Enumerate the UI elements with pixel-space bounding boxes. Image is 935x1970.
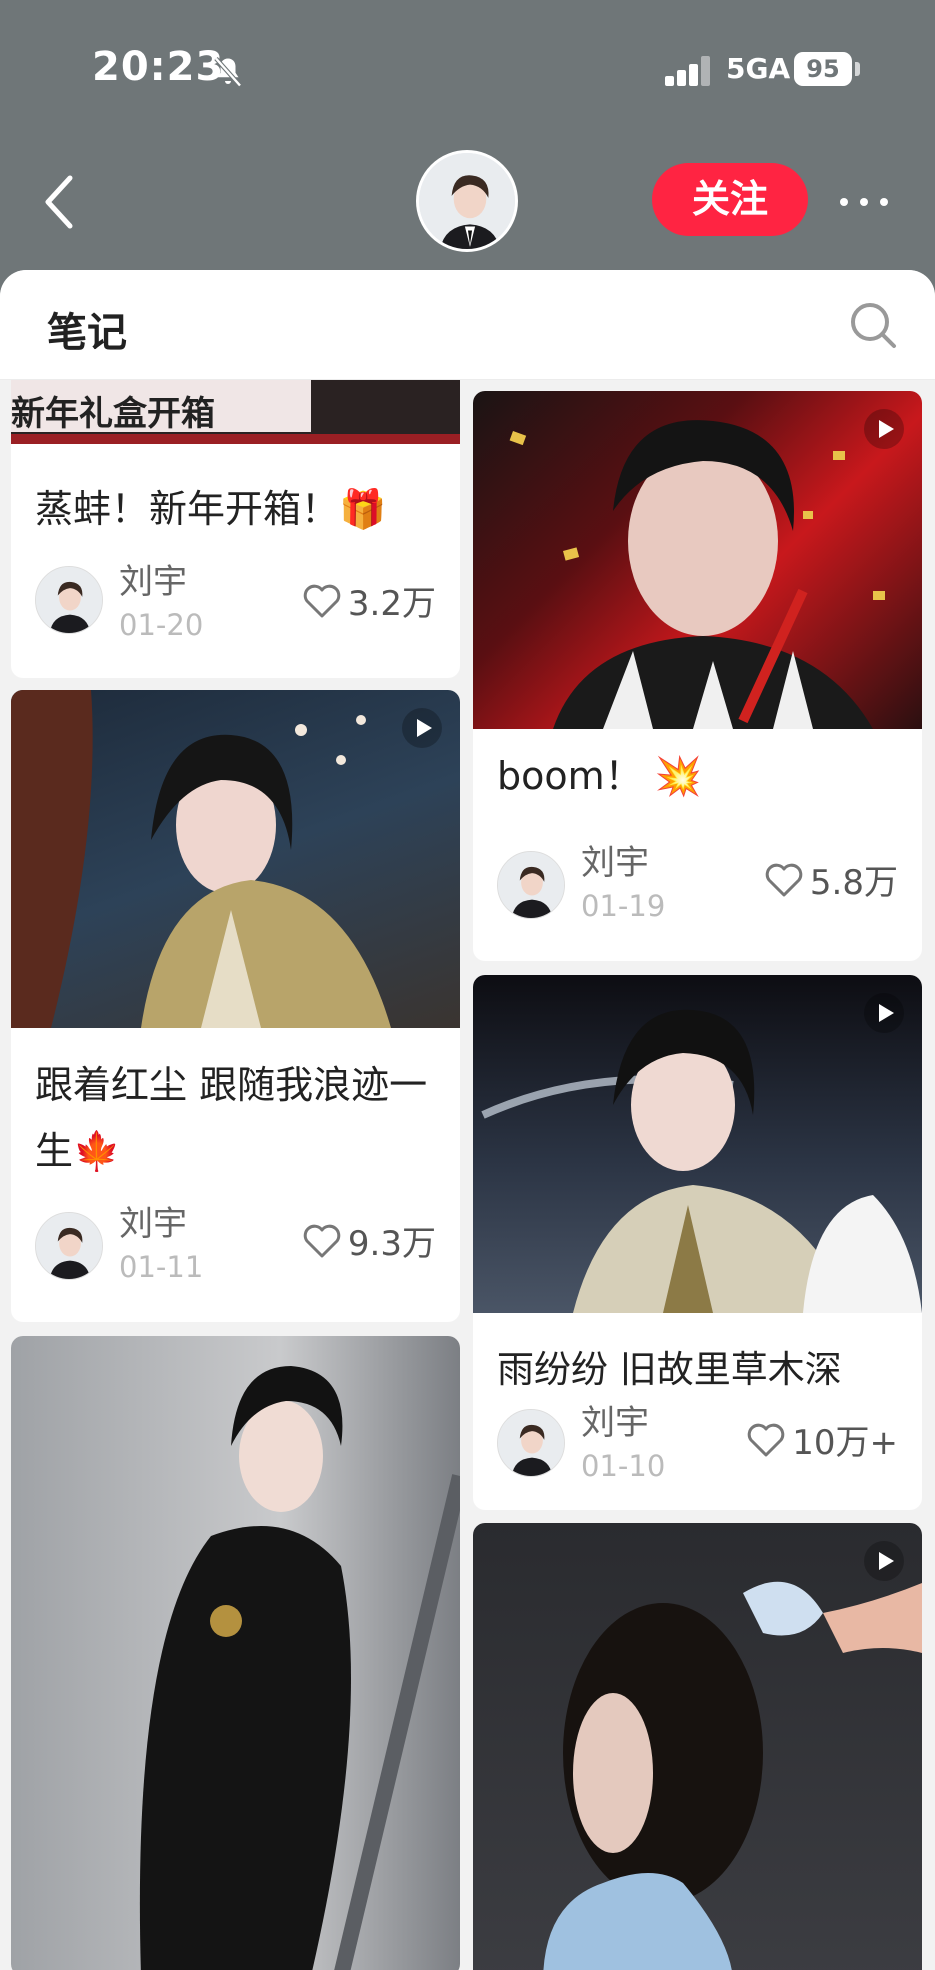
note-card-3[interactable]: 跟着红尘 跟随我浪迹一生🍁 刘宇 01-11 9.3万 xyxy=(11,690,460,1322)
like-count-text: 9.3万 xyxy=(347,1224,436,1264)
like-count[interactable]: 10万+ xyxy=(746,1415,898,1464)
sheet-header: 笔记 xyxy=(0,270,935,380)
author-name: 刘宇 xyxy=(119,562,187,602)
avatar-portrait-icon xyxy=(36,567,102,633)
portrait-photo xyxy=(11,690,391,1028)
battery-icon: 95 xyxy=(794,52,852,86)
video-play-icon xyxy=(864,993,904,1033)
author-avatar xyxy=(35,566,103,634)
portrait-photo xyxy=(481,1009,922,1313)
note-title-3: 跟着红尘 跟随我浪迹一生🍁 xyxy=(35,1063,428,1173)
note-image-6 xyxy=(473,1523,922,1970)
status-time: 20:23 xyxy=(92,44,225,90)
heart-icon xyxy=(765,863,803,896)
note-card-6[interactable] xyxy=(473,1523,922,1970)
mute-bell-icon xyxy=(214,57,242,87)
note-date: 01-20 xyxy=(119,608,204,642)
portrait-photo xyxy=(509,420,885,729)
app-screen: 20:23 5GA 95 关注 笔记 新年礼盒开箱 蒸蚌！新年开箱！🎁 刘宇 0… xyxy=(0,0,935,1970)
video-play-icon xyxy=(864,1541,904,1581)
note-title-1: 蒸蚌！新年开箱！🎁 xyxy=(35,487,387,531)
more-options-icon[interactable] xyxy=(836,186,892,216)
author-avatar xyxy=(497,851,565,919)
video-play-icon xyxy=(864,409,904,449)
heart-icon xyxy=(303,1224,341,1257)
note-date: 01-10 xyxy=(581,1449,666,1483)
note-card-2[interactable]: boom！ 💥 刘宇 01-19 5.8万 xyxy=(473,391,922,961)
note-image-3 xyxy=(11,690,460,1028)
like-count[interactable]: 3.2万 xyxy=(302,576,436,625)
portrait-photo xyxy=(543,1581,922,1970)
battery-tip xyxy=(855,62,860,76)
back-chevron-icon[interactable] xyxy=(38,170,82,234)
follow-button[interactable]: 关注 xyxy=(652,163,808,236)
note-image-5 xyxy=(11,1336,460,1970)
like-count-text: 5.8万 xyxy=(809,863,898,903)
notes-sheet: 笔记 新年礼盒开箱 蒸蚌！新年开箱！🎁 刘宇 01-20 3.2万 boom！ … xyxy=(0,270,935,1970)
note-date: 01-19 xyxy=(581,889,666,923)
network-type: 5GA xyxy=(726,52,791,85)
note-title-2: boom！ 💥 xyxy=(497,754,703,798)
profile-avatar[interactable] xyxy=(416,150,518,252)
note-card-4[interactable]: 雨纷纷 旧故里草木深 刘宇 01-10 10万+ xyxy=(473,975,922,1510)
heart-icon xyxy=(303,584,341,617)
note-image-4 xyxy=(473,975,922,1313)
banner-underline xyxy=(11,434,460,444)
status-bar: 20:23 5GA 95 xyxy=(0,0,935,140)
author-avatar xyxy=(497,1409,565,1477)
note-card-5[interactable] xyxy=(11,1336,460,1970)
note-image-2 xyxy=(473,391,922,729)
like-count[interactable]: 5.8万 xyxy=(764,855,898,904)
avatar-portrait-icon xyxy=(498,1410,564,1476)
video-play-icon xyxy=(402,708,442,748)
author-name: 刘宇 xyxy=(581,843,649,883)
avatar-portrait-icon xyxy=(36,1213,102,1279)
author-name: 刘宇 xyxy=(581,1403,649,1443)
portrait-photo xyxy=(139,1366,460,1970)
signal-icon xyxy=(665,54,715,86)
note-image-1: 新年礼盒开箱 xyxy=(11,380,460,444)
banner-text: 新年礼盒开箱 xyxy=(11,394,215,434)
note-date: 01-11 xyxy=(119,1250,204,1284)
author-avatar xyxy=(35,1212,103,1280)
search-icon[interactable] xyxy=(848,300,898,350)
heart-icon xyxy=(747,1423,785,1456)
like-count[interactable]: 9.3万 xyxy=(302,1216,436,1265)
sheet-title: 笔记 xyxy=(47,310,127,356)
author-name: 刘宇 xyxy=(119,1204,187,1244)
like-count-text: 3.2万 xyxy=(347,584,436,624)
avatar-portrait-icon xyxy=(498,852,564,918)
note-card-1[interactable]: 新年礼盒开箱 蒸蚌！新年开箱！🎁 刘宇 01-20 3.2万 xyxy=(11,380,460,678)
like-count-text: 10万+ xyxy=(792,1423,898,1463)
avatar-portrait-icon xyxy=(419,153,515,249)
note-title-4: 雨纷纷 旧故里草木深 xyxy=(497,1348,842,1391)
